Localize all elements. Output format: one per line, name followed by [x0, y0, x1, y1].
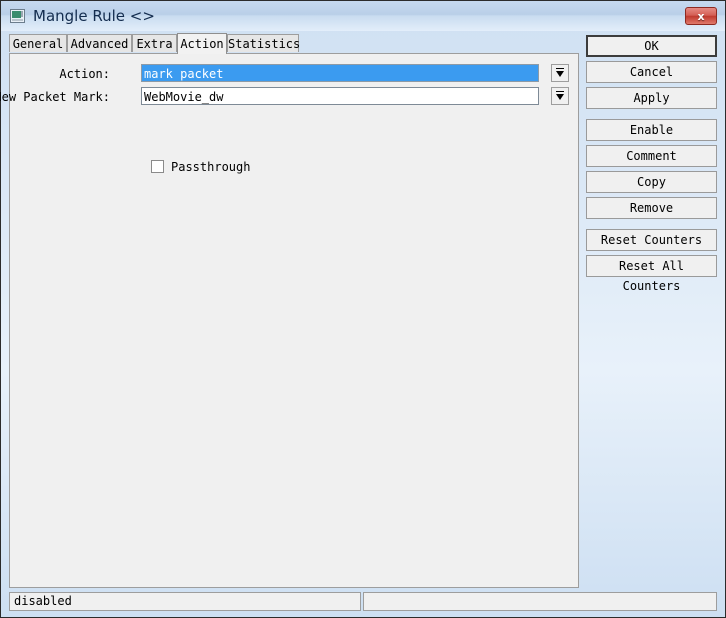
apply-button[interactable]: Apply [586, 87, 717, 109]
tab-general[interactable]: General [9, 34, 67, 52]
status-bar-left: disabled [9, 592, 361, 611]
remove-button[interactable]: Remove [586, 197, 717, 219]
tab-action[interactable]: Action [177, 33, 227, 54]
window-display-icon [10, 9, 25, 23]
tab-statistics[interactable]: Statistics [227, 34, 300, 52]
passthrough-checkbox[interactable] [151, 160, 164, 173]
tab-extra[interactable]: Extra [132, 34, 177, 52]
enable-button[interactable]: Enable [586, 119, 717, 141]
ok-button[interactable]: OK [586, 35, 717, 57]
action-tab-panel: Action: mark packet New Packet Mark: Web… [0, 53, 579, 588]
copy-button[interactable]: Copy [586, 171, 717, 193]
new-packet-mark-label: New Packet Mark: [0, 90, 110, 104]
window-title: Mangle Rule <> [33, 7, 155, 25]
cancel-button[interactable]: Cancel [586, 61, 717, 83]
status-bar-right [363, 592, 717, 611]
reset-all-counters-button[interactable]: Reset All Counters [586, 255, 717, 293]
reset-counters-button[interactable]: Reset Counters [586, 229, 717, 251]
new-packet-mark-input[interactable]: WebMovie_dw [141, 87, 539, 105]
new-packet-mark-dropdown-button[interactable] [551, 87, 569, 105]
comment-button[interactable]: Comment [586, 145, 717, 167]
title-bar: Mangle Rule <> x [1, 1, 725, 31]
close-button[interactable]: x [685, 7, 717, 25]
action-label: Action: [59, 67, 110, 81]
action-dropdown-button[interactable] [551, 64, 569, 82]
action-input[interactable]: mark packet [141, 64, 539, 82]
passthrough-label: Passthrough [171, 160, 251, 174]
close-icon: x [697, 9, 705, 23]
mangle-rule-window: Mangle Rule <> x General Advanced Extra Act… [0, 0, 726, 618]
tab-advanced[interactable]: Advanced [67, 34, 132, 52]
